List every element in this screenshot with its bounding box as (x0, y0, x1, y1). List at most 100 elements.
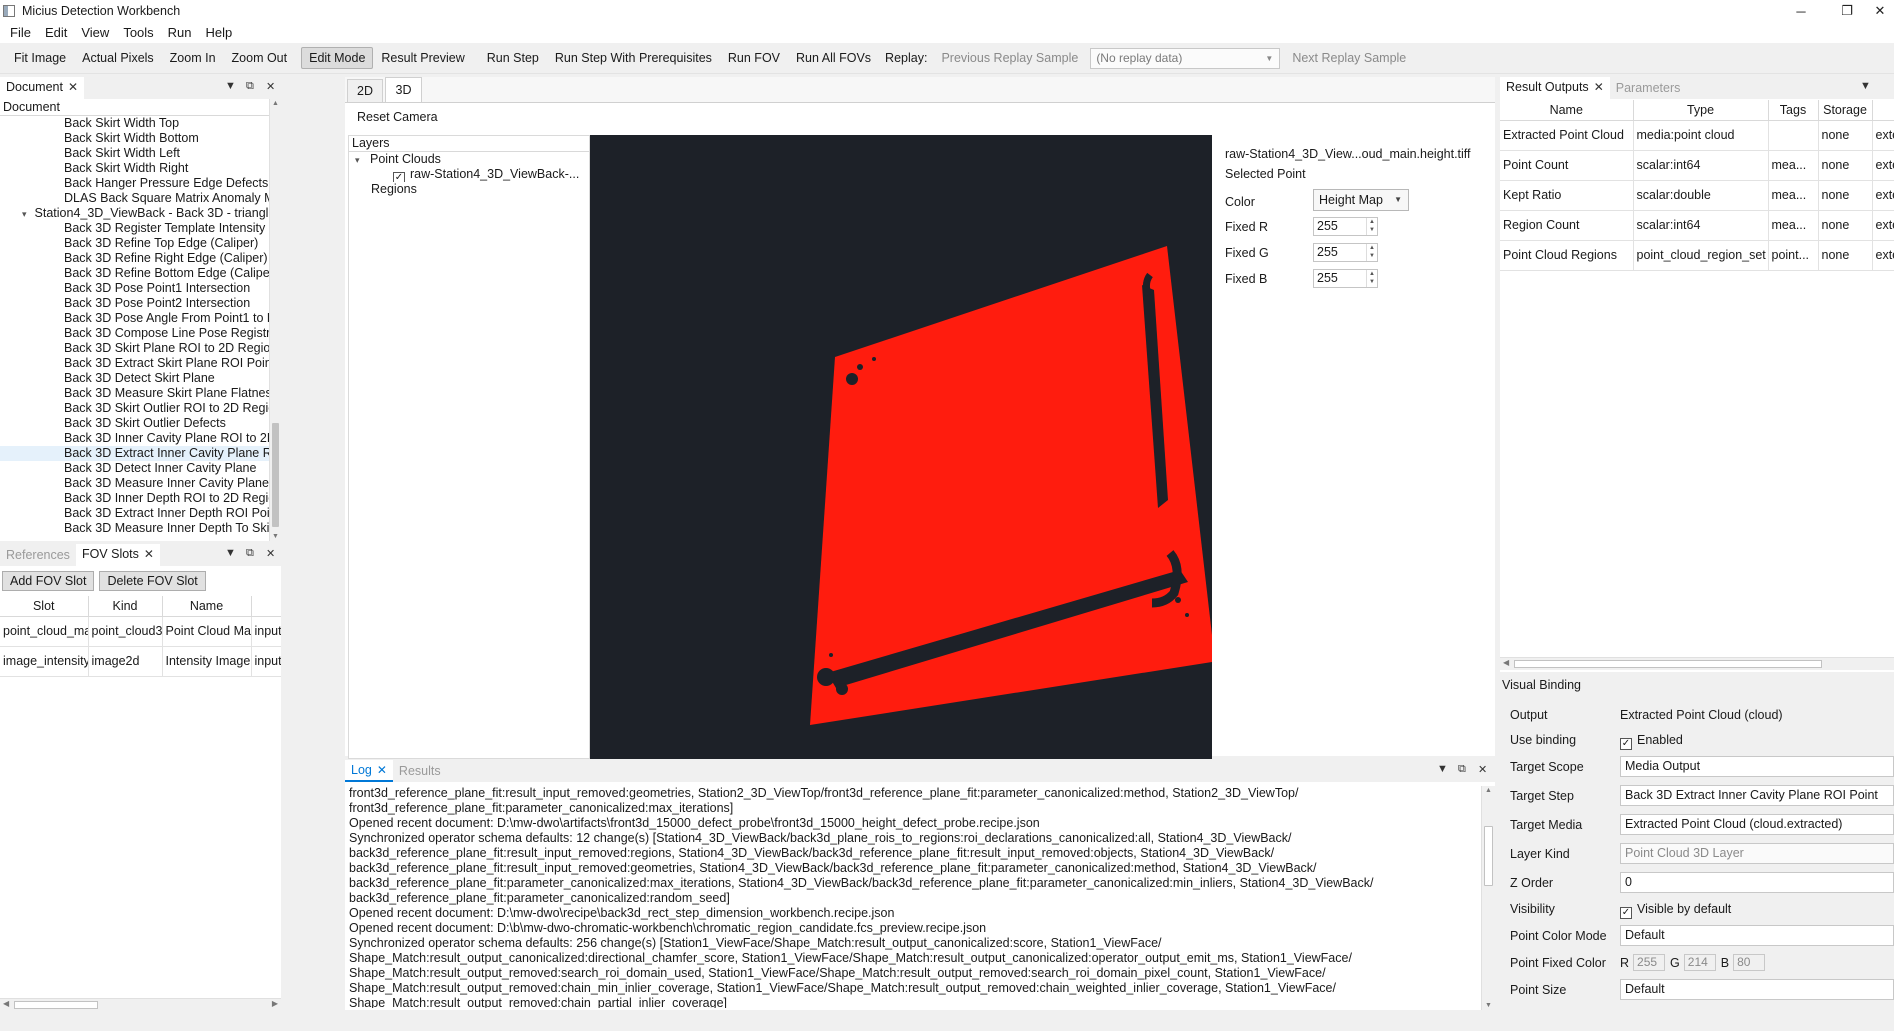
z-order-input[interactable]: 0 (1620, 872, 1894, 893)
target-media-select[interactable]: Extracted Point Cloud (cloud.extracted) (1620, 814, 1894, 835)
delete-fov-slot-button[interactable]: Delete FOV Slot (99, 571, 206, 591)
float-icon[interactable]: ⧉ (246, 547, 254, 560)
column-header[interactable]: Name (1500, 100, 1634, 121)
scroll-right-icon[interactable]: ▶ (272, 999, 278, 1008)
fov-hscrollbar[interactable]: ◀ ▶ (0, 998, 281, 1011)
tree-item[interactable]: Back 3D Extract Skirt Plane ROI Point Cl… (0, 356, 269, 371)
reset-camera-button[interactable]: Reset Camera (357, 110, 438, 124)
tree-item[interactable]: Back 3D Measure Inner Depth To Skirt Pla… (0, 521, 269, 536)
table-row[interactable]: image_intensity image2d Intensity Image … (0, 646, 281, 677)
layer-visible-checkbox[interactable]: ✓ (393, 172, 405, 182)
tab-log[interactable]: Log ✕ (345, 760, 393, 782)
chevron-down-icon[interactable]: ▾ (355, 155, 360, 165)
checkbox-checked-icon[interactable]: ✓ (1620, 907, 1632, 919)
replay-select[interactable]: (No replay data) ▼ (1090, 47, 1281, 69)
table-row[interactable]: Point Countscalar:int64mea...noneexte (1500, 150, 1894, 181)
tab-parameters[interactable]: Parameters (1610, 77, 1687, 99)
color-mode-select[interactable]: Height Map ▼ (1313, 189, 1409, 211)
dock-menu-icon[interactable]: ▼ (1860, 80, 1871, 92)
tab-result-outputs[interactable]: Result Outputs ✕ (1500, 77, 1610, 99)
column-header[interactable]: Name (162, 596, 252, 617)
tree-item[interactable]: Back Skirt Width Bottom (0, 131, 269, 146)
document-scroll-thumb[interactable] (272, 423, 279, 527)
g-input[interactable]: 214 (1683, 954, 1716, 971)
zoom-in-button[interactable]: Zoom In (162, 47, 224, 69)
tree-item[interactable]: Back 3D Pose Point2 Intersection (0, 296, 269, 311)
fixed-r-stepper[interactable]: 255 ▲ ▼ (1313, 217, 1378, 236)
dock-menu-icon[interactable]: ▼ (225, 80, 236, 92)
close-icon[interactable]: ✕ (266, 547, 275, 560)
tree-item[interactable]: Back 3D Inner Cavity Plane ROI to 2D Reg… (0, 431, 269, 446)
tree-item[interactable]: Back 3D Register Template Intensity (Sha… (0, 221, 269, 236)
menu-file[interactable]: File (3, 25, 38, 40)
column-header[interactable]: Kind (88, 596, 163, 617)
scroll-up-icon[interactable]: ▲ (1485, 787, 1492, 794)
previous-replay-button[interactable]: Previous Replay Sample (933, 51, 1086, 65)
table-row[interactable]: point_cloud_main point_cloud3d Point Clo… (0, 616, 281, 647)
fit-image-button[interactable]: Fit Image (6, 47, 74, 69)
close-icon[interactable]: ✕ (377, 763, 387, 777)
tree-item[interactable]: Back 3D Compose Line Pose Registration (0, 326, 269, 341)
menu-edit[interactable]: Edit (38, 25, 74, 40)
tab-fov-slots[interactable]: FOV Slots ✕ (75, 544, 160, 566)
scroll-down-icon[interactable]: ▼ (272, 533, 279, 540)
tree-item[interactable]: Back Hanger Pressure Edge Defects (0, 176, 269, 191)
document-scrollbar[interactable]: ▲ ▼ (269, 99, 281, 541)
tree-item[interactable]: Back Skirt Width Right (0, 161, 269, 176)
point-color-mode-select[interactable]: Default (1620, 925, 1894, 946)
table-row[interactable]: Point Cloud Regions point_cloud_region_se… (1500, 240, 1894, 271)
tree-item[interactable]: Back 3D Skirt Outlier ROI to 2D Regions (0, 401, 269, 416)
point-size-select[interactable]: Default (1620, 979, 1894, 1000)
fov-hscroll-thumb[interactable] (14, 1001, 98, 1009)
tab-2d[interactable]: 2D (347, 79, 383, 102)
column-header[interactable]: Tags (1768, 100, 1819, 121)
table-row[interactable]: Extracted Point Cloud media:point cloud no… (1500, 120, 1894, 151)
float-icon[interactable]: ⧉ (246, 80, 254, 93)
stepper-arrows-icon[interactable]: ▲ ▼ (1366, 270, 1377, 287)
menu-run[interactable]: Run (161, 25, 199, 40)
run-fov-button[interactable]: Run FOV (720, 47, 788, 69)
tree-item[interactable]: Back Skirt Width Left (0, 146, 269, 161)
run-all-fovs-button[interactable]: Run All FOVs (788, 47, 879, 69)
close-icon[interactable]: ✕ (1866, 0, 1894, 22)
tab-document[interactable]: Document ✕ (0, 77, 85, 99)
float-icon[interactable]: ⧉ (1458, 763, 1466, 776)
minimize-icon[interactable]: ─ (1778, 0, 1824, 22)
tree-item[interactable]: ▾ Station4_3D_ViewBack - Back 3D - triang… (0, 206, 269, 221)
close-icon[interactable]: ✕ (1594, 80, 1604, 94)
scroll-down-icon[interactable]: ▼ (1485, 1002, 1492, 1009)
table-row[interactable]: Region Countscalar:int64mea...noneexte (1500, 210, 1894, 241)
close-icon[interactable]: ✕ (68, 80, 78, 94)
fixed-g-stepper[interactable]: 255 ▲ ▼ (1313, 243, 1378, 262)
column-header[interactable]: Type (1633, 100, 1769, 121)
tree-item[interactable]: Back 3D Refine Right Edge (Caliper) (0, 251, 269, 266)
run-step-prereq-button[interactable]: Run Step With Prerequisites (547, 47, 720, 69)
actual-pixels-button[interactable]: Actual Pixels (74, 47, 162, 69)
tree-item[interactable]: Back 3D Skirt Outlier Defects (0, 416, 269, 431)
tree-item[interactable]: Back 3D Extract Inner Depth ROI Point Cl… (0, 506, 269, 521)
column-header[interactable] (251, 596, 281, 617)
target-step-select[interactable]: Back 3D Extract Inner Cavity Plane ROI P… (1620, 785, 1894, 806)
table-row[interactable]: Kept Ratioscalar:doublemea...noneexte (1500, 180, 1894, 211)
viewport-3d[interactable] (590, 135, 1212, 759)
results-hscrollbar[interactable]: ◀ (1500, 657, 1894, 670)
checkbox-checked-icon[interactable]: ✓ (1620, 738, 1632, 750)
menu-help[interactable]: Help (199, 25, 240, 40)
target-scope-select[interactable]: Media Output (1620, 756, 1894, 777)
tab-references[interactable]: References (0, 544, 76, 566)
next-replay-button[interactable]: Next Replay Sample (1284, 51, 1414, 65)
close-icon[interactable]: ✕ (144, 547, 154, 561)
menu-view[interactable]: View (74, 25, 116, 40)
chevron-down-icon[interactable]: ▾ (22, 209, 27, 219)
fixed-b-stepper[interactable]: 255 ▲ ▼ (1313, 269, 1378, 288)
zoom-out-button[interactable]: Zoom Out (224, 47, 296, 69)
tree-item[interactable]: Back Skirt Width Top (0, 116, 269, 131)
column-header[interactable]: Slot (0, 596, 89, 617)
tree-item[interactable]: Back 3D Extract Inner Cavity Plane ROI P… (0, 446, 269, 461)
result-preview-button[interactable]: Result Preview (373, 47, 472, 69)
results-hscroll-thumb[interactable] (1514, 660, 1822, 668)
layer-kind-select[interactable]: Point Cloud 3D Layer (1620, 843, 1894, 864)
tree-item[interactable]: Back 3D Inner Depth ROI to 2D Regions (0, 491, 269, 506)
restore-icon[interactable]: ❐ (1824, 0, 1870, 22)
tree-item[interactable]: Back 3D Detect Skirt Plane (0, 371, 269, 386)
